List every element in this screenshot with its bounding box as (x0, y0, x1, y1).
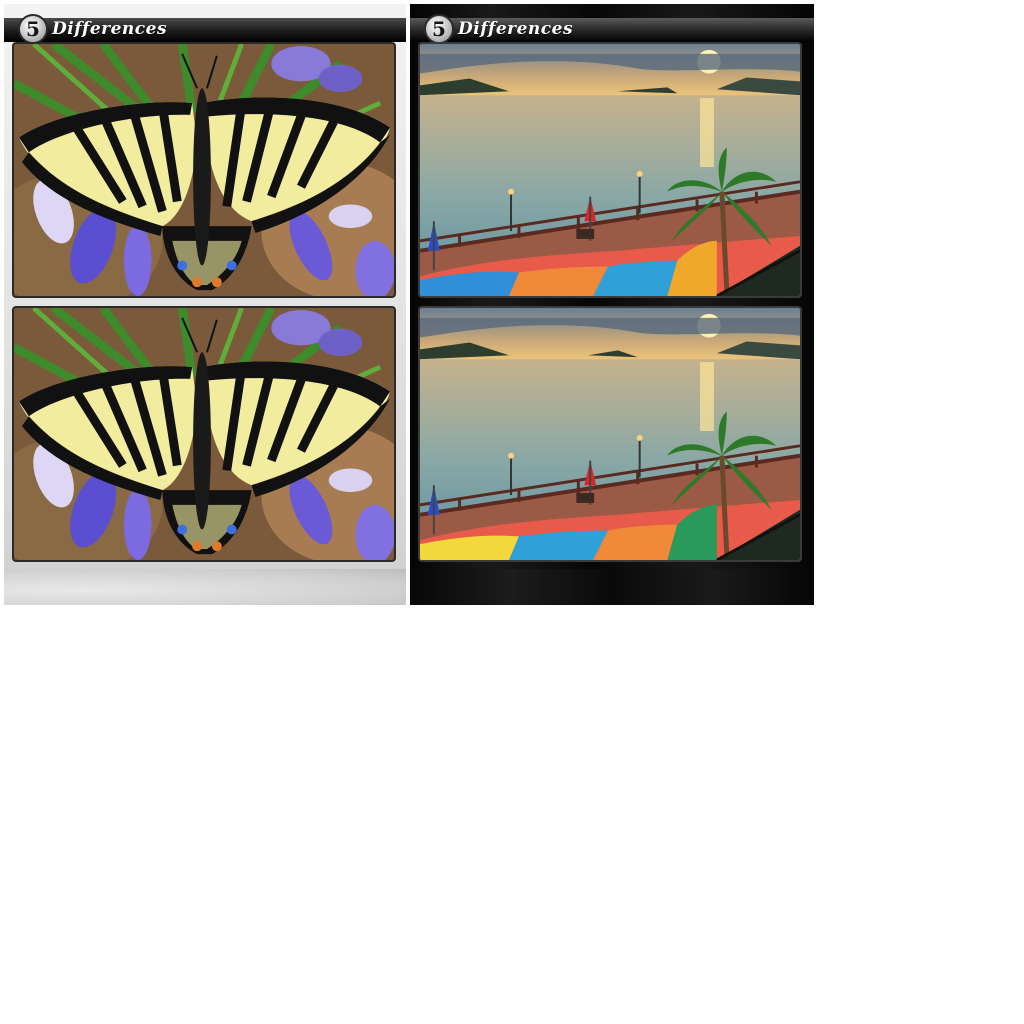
puzzle-header: 5 Differences (4, 14, 406, 44)
seaside-scene-top (420, 44, 800, 296)
puzzle-image-top[interactable] (418, 42, 802, 298)
puzzle-image-bottom[interactable] (12, 306, 396, 562)
butterfly-scene-top (14, 44, 394, 296)
puzzle-image-bottom[interactable] (418, 306, 802, 562)
butterfly-scene-bottom (14, 308, 394, 560)
puzzle-title: Differences (52, 19, 168, 39)
puzzle-image-top[interactable] (12, 42, 396, 298)
difference-count: 5 (432, 17, 446, 41)
puzzle-card-butterfly: 5 Differences (4, 4, 406, 605)
difference-count: 5 (26, 17, 40, 41)
puzzle-card-seaside: 5 Differences (410, 4, 814, 605)
difference-count-badge: 5 (18, 14, 48, 44)
card-footer-decor (4, 569, 406, 605)
card-footer-decor (410, 569, 814, 605)
puzzle-title: Differences (458, 19, 574, 39)
puzzle-header: 5 Differences (410, 14, 814, 44)
seaside-scene-bottom (420, 308, 800, 560)
difference-count-badge: 5 (424, 14, 454, 44)
